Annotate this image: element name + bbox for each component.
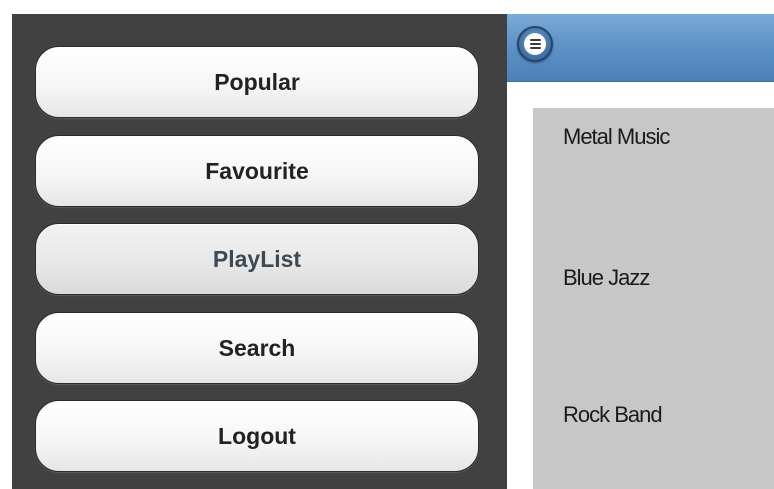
menu-item-logout[interactable]: Logout [35, 400, 479, 472]
header-bar [507, 14, 774, 82]
menu-item-label: Favourite [205, 157, 309, 184]
menu-item-search[interactable]: Search [35, 312, 479, 384]
menu-item-label: Logout [218, 422, 296, 449]
menu-item-label: Popular [214, 68, 300, 95]
list-item-blue-jazz[interactable]: Blue Jazz [563, 265, 650, 291]
menu-item-label: PlayList [212, 245, 302, 272]
list-item-rock-band[interactable]: Rock Band [563, 402, 663, 428]
menu-item-favourite[interactable]: Favourite [35, 135, 479, 207]
music-list: Metal Music Blue Jazz Rock Band [533, 108, 774, 489]
menu-item-popular[interactable]: Popular [35, 46, 479, 118]
menu-item-label: Search [218, 334, 296, 361]
menu-toggle-button[interactable] [517, 26, 553, 62]
side-menu: Popular Favourite PlayList Search Logout [12, 14, 507, 489]
list-item-metal-music[interactable]: Metal Music [563, 124, 670, 150]
main-content: Metal Music Blue Jazz Rock Band [507, 82, 774, 489]
menu-icon [524, 33, 546, 55]
menu-item-playlist[interactable]: PlayList [35, 223, 479, 295]
